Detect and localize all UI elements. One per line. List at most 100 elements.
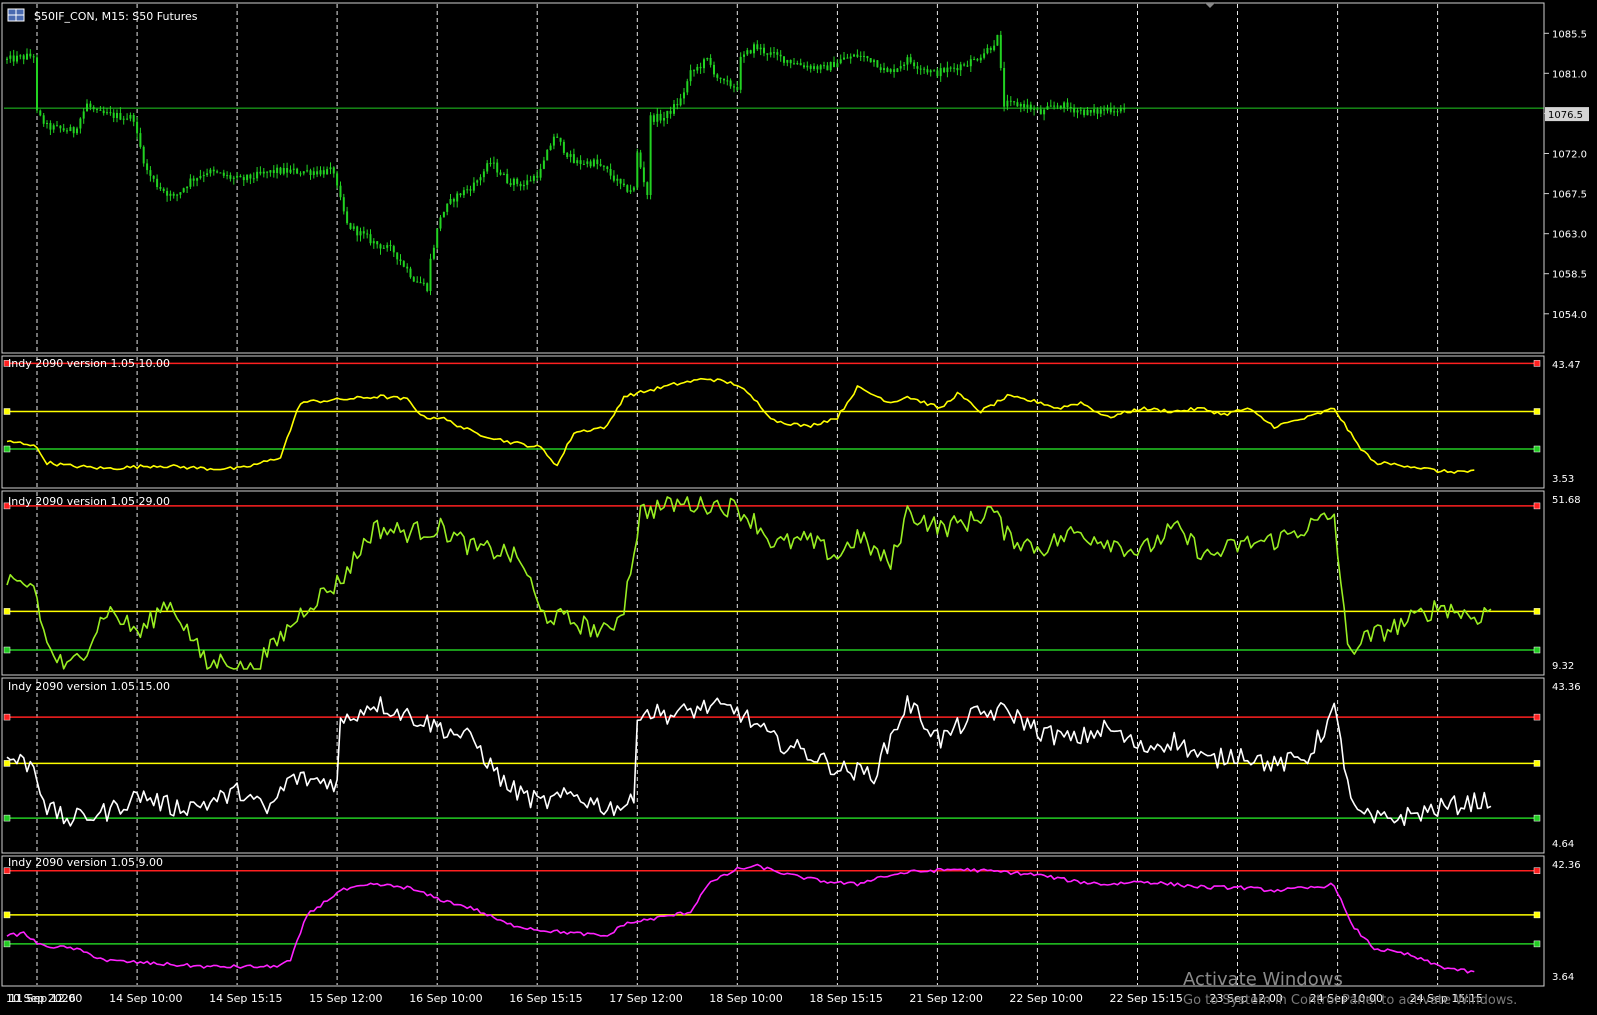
candle-body [973,59,976,61]
candle-body [869,58,872,63]
indicator-1-level-handle-red [1533,360,1541,367]
candle-body [896,68,899,72]
candle-body [599,164,602,166]
candle-body [249,174,252,179]
candle-body [466,189,469,191]
candle-body [959,64,962,71]
candle-body [766,53,769,55]
candle-body [679,98,682,106]
indicator-1-level-handle-green [3,445,11,453]
candle-body [953,67,956,69]
candle-body [1103,109,1106,111]
candle-body [209,169,212,174]
candle-body [602,165,605,167]
current-price-label: 1076.5 [1548,110,1583,121]
indicator-3-level-handle-green [3,814,11,822]
candle-body [1049,105,1052,107]
indicator-1-label: Indy 2090 version 1.05 10.00 [8,357,170,370]
candle-body [826,65,829,71]
candle-body [459,193,462,196]
candle-body [736,87,739,90]
candle-body [879,67,882,70]
candle-body [359,231,362,236]
candle-body [666,110,669,118]
candle-body [366,233,369,235]
candle-body [592,159,595,167]
candle-body [629,190,632,192]
candle-body [582,163,585,165]
candle-body [349,223,352,229]
candle-body [156,178,159,187]
candle-body [182,188,185,193]
candle-body [619,178,622,184]
candle-body [1119,108,1122,112]
indicator-4-level-handle-yellow [3,911,11,919]
candle-body [829,62,832,71]
candle-body [749,50,752,54]
candle-body [673,104,675,114]
candle-body [306,170,309,172]
candle-body [1043,109,1046,115]
candle-body [783,56,785,63]
candle-body [109,112,112,114]
price-axis-label: 1081.0 [1552,69,1587,80]
candle-body [916,66,919,69]
candle-body [723,78,725,81]
candle-body [709,58,712,65]
candle-body [1009,100,1012,102]
candle-body [993,45,996,51]
candle-body [319,170,322,175]
candle-body [452,199,455,202]
candle-body [572,154,575,163]
candle-body [913,62,916,67]
candle-body [496,162,499,173]
candle-body [469,189,472,191]
candle-body [146,163,149,171]
candle-body [936,70,939,77]
candle-body [316,171,319,175]
candle-body [1109,108,1112,113]
candle-body [1003,68,1006,107]
candle-body [946,67,949,73]
candle-body [312,171,315,175]
candle-body [116,113,118,118]
indicator-2-label: Indy 2090 version 1.05 29.00 [8,495,170,508]
chart-canvas[interactable]: 10 Sep 202611 Sep 12:00 14 Sep 10:00 14 Se… [0,0,1597,1011]
candle-body [919,68,922,70]
candle-body [299,173,302,175]
candle-body [489,163,492,164]
trading-chart[interactable]: 10 Sep 2026 11 Sep 12:00 14 Sep 10:00 14 Se… [0,0,1597,1011]
candle-body [386,245,389,248]
candle-body [232,177,235,179]
candle-body [703,59,705,69]
candle-body [39,110,42,116]
labels-layer: S50IF_CON, M15: S50 Futures Indy 2090 ve… [7,8,1517,1008]
time-axis-label: 14 Sep 15:15 [209,992,282,1005]
candle-body [636,152,639,188]
candle-body [1046,106,1049,110]
candle-body [126,118,129,120]
candle-body [392,246,395,253]
candle-body [579,160,582,164]
candle-body [379,244,382,249]
candle-body [756,44,759,50]
candles [6,30,1126,296]
time-axis-label: 18 Sep 15:15 [809,992,882,1005]
candle-body [789,60,792,64]
candle-body [436,228,439,248]
candle-body [396,252,399,260]
candle-body [683,92,685,99]
time-axis-label: 14 Sep 10:00 [109,992,182,1005]
candle-body [606,166,609,169]
candle-body [29,53,32,57]
candle-body [99,109,102,111]
candle-body [402,261,405,267]
candle-body [486,163,489,172]
candle-body [186,186,189,189]
candle-body [586,161,589,164]
indicator-4-level-handle-green [3,940,11,948]
candle-body [16,55,18,62]
pane-border-3 [1,677,1545,854]
candle-body [943,68,946,73]
candle-body [236,175,239,178]
